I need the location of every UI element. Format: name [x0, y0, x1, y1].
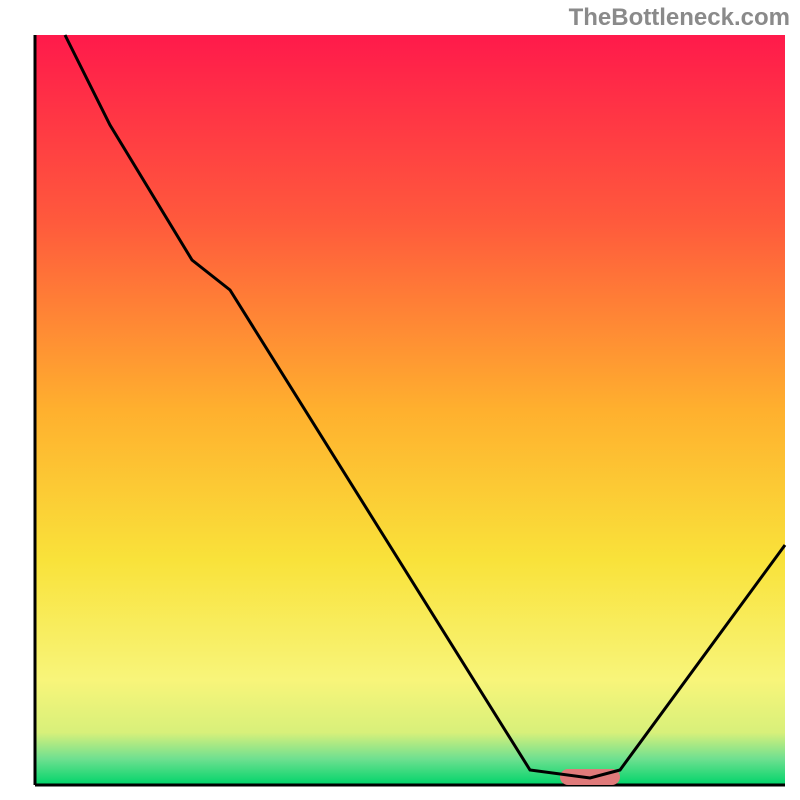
- bottleneck-chart: [0, 0, 800, 800]
- chart-container: TheBottleneck.com: [0, 0, 800, 800]
- plot-background: [35, 35, 785, 785]
